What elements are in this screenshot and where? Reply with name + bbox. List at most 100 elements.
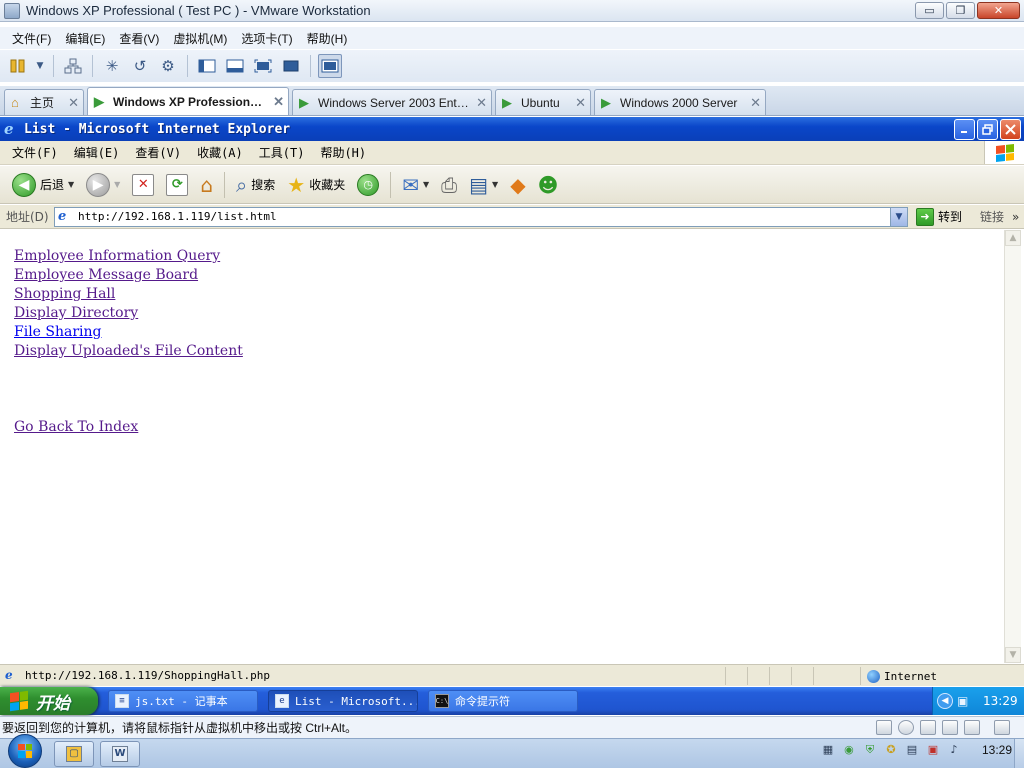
ie-menu-favorites[interactable]: 收藏(A) [191,142,249,163]
link-shopping-hall[interactable]: Shopping Hall [14,285,115,303]
usb-icon[interactable] [942,720,958,735]
chevron-down-icon[interactable]: ▼ [890,207,907,226]
chevron-down-icon[interactable]: ▼ [34,54,46,78]
film-icon[interactable]: ▦ [821,743,835,757]
sidebar-view-icon[interactable] [195,54,219,78]
address-input[interactable]: e http://192.168.1.119/list.html ▼ [54,206,908,227]
refresh-button[interactable]: ⟳ [162,170,192,200]
vmware-menu-file[interactable]: 文件(F) [6,28,57,49]
tab-ubuntu[interactable]: ▶ Ubuntu ✕ [495,89,591,115]
vmware-menu-help[interactable]: 帮助(H) [301,28,354,49]
stop-button[interactable]: ✕ [128,170,158,200]
taskbar-item-cmd[interactable]: C:\ 命令提示符 [428,690,578,712]
print-button[interactable]: ⎙ [437,170,461,200]
vmware-menu-vm[interactable]: 虚拟机(M) [167,28,233,49]
vmware-menu-tabs[interactable]: 选项卡(T) [235,28,298,49]
network-icon[interactable] [61,54,85,78]
ie-menu-edit[interactable]: 编辑(E) [68,142,126,163]
security-icon[interactable]: ✪ [884,743,898,757]
tab-windows-2000-server[interactable]: ▶ Windows 2000 Server ✕ [594,89,766,115]
network-icon[interactable]: ▣ [957,694,973,708]
fullscreen-icon[interactable] [251,54,275,78]
link-employee-message-board[interactable]: Employee Message Board [14,266,198,284]
vmware-close-button[interactable]: ✕ [977,2,1020,19]
taskbar-item-ie[interactable]: e List - Microsoft... [268,690,418,712]
cd-rom-icon[interactable] [898,720,914,735]
network-adapter-icon[interactable] [920,720,936,735]
link-go-back-to-index[interactable]: Go Back To Index [14,418,138,436]
ie-menu-help[interactable]: 帮助(H) [314,142,372,163]
ie-menu-file[interactable]: 文件(F) [6,142,64,163]
quick-switch-icon[interactable] [223,54,247,78]
xp-clock[interactable]: 13:29 [983,694,1018,708]
volume-icon[interactable]: ♪ [947,743,961,757]
tab-windows-server-2003[interactable]: ▶ Windows Server 2003 Enterpr... ✕ [292,89,492,115]
snapshot-manager-icon[interactable]: ⚙ [156,54,180,78]
double-chevron-icon[interactable]: » [1012,210,1019,224]
vmware-minimize-button[interactable]: ▭ [915,2,944,19]
close-icon[interactable]: ✕ [575,95,586,111]
chevron-down-icon[interactable]: ▼ [114,180,120,189]
favorites-button[interactable]: ★ 收藏夹 [283,170,349,200]
host-clock[interactable]: 13:29 [982,743,1012,757]
close-icon[interactable]: ✕ [273,94,284,110]
chevron-down-icon[interactable]: ▼ [423,180,429,189]
link-display-uploaded-file-content[interactable]: Display Uploaded's File Content [14,342,243,360]
link-file-sharing[interactable]: File Sharing [14,323,102,341]
search-button[interactable]: ⌕ 搜索 [232,170,279,200]
taskbar-item-notepad[interactable]: ≡ js.txt - 记事本 [108,690,258,712]
go-button[interactable]: ➜ 转到 [916,207,962,226]
status-url: http://192.168.1.119/ShoppingHall.php [25,669,271,682]
tab-label: Windows Server 2003 Enterpr... [318,95,470,110]
ie-restore-button[interactable] [977,119,998,140]
tab-home[interactable]: ⌂ 主页 ✕ [4,89,84,115]
link-display-directory[interactable]: Display Directory [14,304,138,322]
link-employee-information-query[interactable]: Employee Information Query [14,247,220,265]
unity-icon[interactable] [279,54,303,78]
ie-close-button[interactable] [1000,119,1021,140]
messenger-button[interactable]: ☻ [534,170,563,200]
host-start-orb[interactable] [8,733,42,768]
ie-minimize-button[interactable] [954,119,975,140]
host-taskbar-word[interactable]: W [100,740,140,767]
vmware-menu-view[interactable]: 查看(V) [113,28,165,49]
message-icon[interactable] [994,720,1010,735]
clipboard-icon[interactable]: ▤ [905,743,919,757]
ie-menu-tools[interactable]: 工具(T) [253,142,311,163]
start-button[interactable]: 开始 [0,687,98,715]
nvidia-icon[interactable]: ◉ [842,743,856,757]
vmware-menu-edit[interactable]: 编辑(E) [59,28,111,49]
close-icon[interactable]: ✕ [68,95,79,111]
vmware-maximize-button[interactable]: ❐ [946,2,975,19]
sound-icon[interactable] [964,720,980,735]
back-button[interactable]: ◀ 后退 ▼ [8,170,78,200]
links-label[interactable]: 链接 [980,208,1004,225]
discuss-button[interactable]: ◆ [506,170,529,200]
tab-windows-xp[interactable]: ▶ Windows XP Professional... ✕ [87,87,289,115]
scroll-up-icon[interactable]: ▲ [1005,230,1021,246]
hard-disk-icon[interactable] [876,720,892,735]
home-button[interactable]: ⌂ [196,170,217,200]
shield-icon[interactable]: ⛨ [863,743,877,757]
host-taskbar-vmware[interactable]: ▢ [54,740,94,767]
scroll-down-icon[interactable]: ▼ [1005,647,1021,663]
vertical-scrollbar[interactable]: ▲ ▼ [1004,230,1021,663]
address-url[interactable]: http://192.168.1.119/list.html [78,210,277,223]
chevron-down-icon[interactable]: ▼ [68,180,74,189]
forward-button[interactable]: ▶ ▼ [82,170,124,200]
vmware-window-controls: ▭ ❐ ✕ [915,2,1020,19]
close-icon[interactable]: ✕ [750,95,761,111]
ie-menu-view[interactable]: 查看(V) [129,142,187,163]
close-icon[interactable]: ✕ [476,95,487,111]
chevron-left-icon[interactable]: ◀ [937,693,953,709]
edit-button[interactable]: ▤ ▼ [465,170,502,200]
show-desktop-button[interactable] [1014,739,1024,768]
network-icon[interactable]: ▣ [926,743,940,757]
revert-snapshot-icon[interactable]: ↺ [128,54,152,78]
pause-icon[interactable] [6,54,30,78]
console-view-icon[interactable] [318,54,342,78]
chevron-down-icon[interactable]: ▼ [492,180,498,189]
snapshot-icon[interactable]: ✳ [100,54,124,78]
mail-button[interactable]: ✉ ▼ [398,170,433,200]
history-button[interactable]: ◷ [353,170,383,200]
